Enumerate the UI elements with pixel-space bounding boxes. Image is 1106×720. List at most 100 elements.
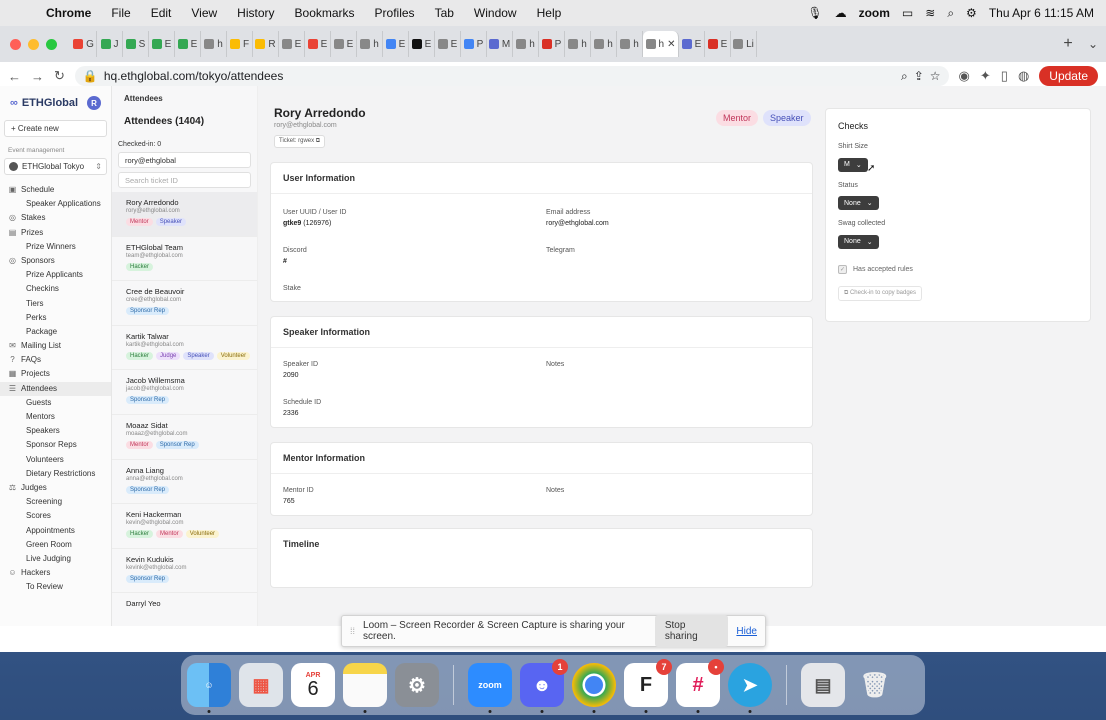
extensions-puzzle-icon[interactable]: ✦ [980, 68, 991, 84]
menu-window[interactable]: Window [464, 6, 527, 20]
tab[interactable]: M [487, 31, 513, 57]
sidebar-item-sponsor-reps[interactable]: Sponsor Reps [0, 438, 111, 452]
address-bar[interactable]: 🔒 hq.ethglobal.com/tokyo/attendees ⌕ ⇪ ☆ [74, 66, 949, 86]
sidebar-item-perks[interactable]: Perks [0, 311, 111, 325]
sidebar-item-green-room[interactable]: Green Room [0, 538, 111, 552]
drag-handle-icon[interactable]: ⁞⁞ [350, 626, 355, 636]
sidebar-item-scores[interactable]: Scores [0, 509, 111, 523]
update-button[interactable]: Update [1039, 66, 1098, 86]
tab[interactable]: E [435, 31, 461, 57]
discord-icon[interactable]: ☻ 1 [520, 659, 568, 713]
tab[interactable]: h [617, 31, 643, 57]
menu-profiles[interactable]: Profiles [365, 6, 425, 20]
profile-avatar-icon[interactable]: ◍ [1018, 68, 1029, 84]
tab[interactable]: F [227, 31, 253, 57]
list-item[interactable]: Keni Hackerman kevin@ethglobal.com Hacker M… [112, 504, 257, 549]
list-item[interactable]: Kartik Talwar kartik@ethglobal.com Hacker J… [112, 326, 257, 371]
menu-file[interactable]: File [101, 6, 140, 20]
calendar-icon[interactable]: APR 6 [291, 663, 335, 707]
list-item[interactable]: Cree de Beauvoir cree@ethglobal.com Sponso… [112, 281, 257, 326]
reload-icon[interactable]: ↻ [54, 68, 65, 84]
tab[interactable]: h [513, 31, 539, 57]
tab[interactable]: J [97, 31, 123, 57]
sidebar-item-screening[interactable]: Screening [0, 495, 111, 509]
telegram-icon[interactable]: ➤ [728, 663, 772, 713]
sidebar-item-guests[interactable]: Guests [0, 396, 111, 410]
status-select[interactable]: None ⌄ [838, 196, 879, 210]
slack-icon[interactable]: # • [676, 659, 724, 713]
close-tab-icon[interactable]: ✕ [667, 39, 675, 50]
creative-cloud-icon[interactable]: ☁ [835, 6, 847, 20]
tab-search-icon[interactable]: ⌄ [1080, 37, 1106, 51]
notes-icon[interactable] [343, 663, 387, 713]
sidebar-item-prize-applicants[interactable]: Prize Applicants [0, 268, 111, 282]
zoom-app-icon[interactable]: zoom [468, 663, 512, 713]
ticket-badge[interactable]: Ticket: rgwex ⧉ [274, 135, 326, 148]
sidebar-item-prizes[interactable]: ▤ Prizes [0, 226, 111, 240]
menu-view[interactable]: View [181, 6, 227, 20]
list-item[interactable]: Moaaz Sidat moaaz@ethglobal.com Mentor Spon… [112, 415, 257, 460]
tab[interactable]: E [331, 31, 357, 57]
hide-link[interactable]: Hide [736, 626, 757, 637]
create-new-button[interactable]: + Create new [4, 120, 107, 137]
extension-icon[interactable]: ◉ [959, 68, 970, 84]
tab[interactable]: G [71, 31, 97, 57]
tab[interactable]: E [679, 31, 705, 57]
tab[interactable]: E [175, 31, 201, 57]
ticket-search-input[interactable]: Search ticket ID [118, 172, 251, 188]
tab[interactable]: S [123, 31, 149, 57]
sidebar-item-mailing-list[interactable]: ✉ Mailing List [0, 339, 111, 353]
sidebar-item-hackers[interactable]: ☺ Hackers [0, 566, 111, 580]
sidebar-item-faqs[interactable]: ? FAQs [0, 353, 111, 367]
sidebar-item-stakes[interactable]: ◎ Stakes [0, 211, 111, 225]
fig-app-icon[interactable]: F7 [624, 659, 672, 713]
copy-icon[interactable]: ⧉ [316, 138, 320, 144]
list-item[interactable]: Rory Arredondo rory@ethglobal.com Mentor Sp… [112, 192, 257, 237]
copy-badges-button[interactable]: ⧉ Check-in to copy badges [838, 285, 923, 301]
list-item[interactable]: Jacob Willemsma jacob@ethglobal.com Sponso… [112, 370, 257, 415]
new-tab-button[interactable]: + [1056, 35, 1080, 53]
zoom-window-button[interactable] [46, 38, 57, 50]
event-selector[interactable]: ETHGlobal Tokyo ⇕ [4, 158, 107, 175]
sidebar-item-volunteers[interactable]: Volunteers [0, 453, 111, 467]
clock[interactable]: Thu Apr 6 11:15 AM [989, 6, 1094, 20]
stop-sharing-button[interactable]: Stop sharing [654, 615, 729, 647]
tab[interactable]: E [383, 31, 409, 57]
list-item[interactable]: Darryl Yeo [112, 593, 257, 626]
tab[interactable]: E [279, 31, 305, 57]
tab[interactable]: h [201, 31, 227, 57]
sidebar-item-schedule[interactable]: ▣ Schedule [0, 183, 111, 197]
tab[interactable]: h [357, 31, 383, 57]
sidebar-item-checkins[interactable]: Checkins [0, 282, 111, 296]
shirt-size-select[interactable]: M ⌄ [838, 157, 868, 172]
side-panel-icon[interactable]: ▯ [1001, 68, 1008, 84]
menu-help[interactable]: Help [527, 6, 572, 20]
sidebar-item-attendees[interactable]: ☰ Attendees [0, 381, 111, 396]
menu-history[interactable]: History [227, 6, 284, 20]
brand-logo[interactable]: ∞ ETHGlobal R [0, 96, 111, 120]
finder-icon[interactable]: ☺ [187, 663, 231, 713]
zoom-lens-icon[interactable]: ⌕ [901, 69, 908, 84]
sidebar-item-tiers[interactable]: Tiers [0, 297, 111, 311]
tab[interactable]: P [461, 31, 487, 57]
list-item[interactable]: ETHGlobal Team team@ethglobal.com Hacker [112, 237, 257, 282]
tab[interactable]: h [565, 31, 591, 57]
sidebar-item-to-review[interactable]: To Review [0, 580, 111, 594]
tab[interactable]: E [705, 31, 731, 57]
sidebar-item-sponsors[interactable]: ◎ Sponsors [0, 254, 111, 268]
sidebar-item-projects[interactable]: ▦ Projects [0, 367, 111, 381]
share-icon[interactable]: ⇪ [914, 69, 924, 83]
system-settings-icon[interactable]: ⚙ [395, 663, 439, 707]
bookmark-star-icon[interactable]: ☆ [930, 69, 941, 83]
battery-icon[interactable]: ▭ [902, 6, 913, 20]
sidebar-item-speakers[interactable]: Speakers [0, 424, 111, 438]
tab[interactable]: E [305, 31, 331, 57]
sidebar-item-prize-winners[interactable]: Prize Winners [0, 240, 111, 254]
control-center-icon[interactable]: ⚙ [966, 6, 977, 20]
chrome-icon[interactable] [572, 663, 616, 713]
launchpad-icon[interactable]: ▦ [239, 663, 283, 707]
list-item[interactable]: Anna Liang anna@ethglobal.com Sponsor Rep [112, 460, 257, 505]
wifi-icon[interactable]: ≋ [925, 6, 935, 20]
sidebar-item-package[interactable]: Package [0, 325, 111, 339]
tab[interactable]: E [149, 31, 175, 57]
